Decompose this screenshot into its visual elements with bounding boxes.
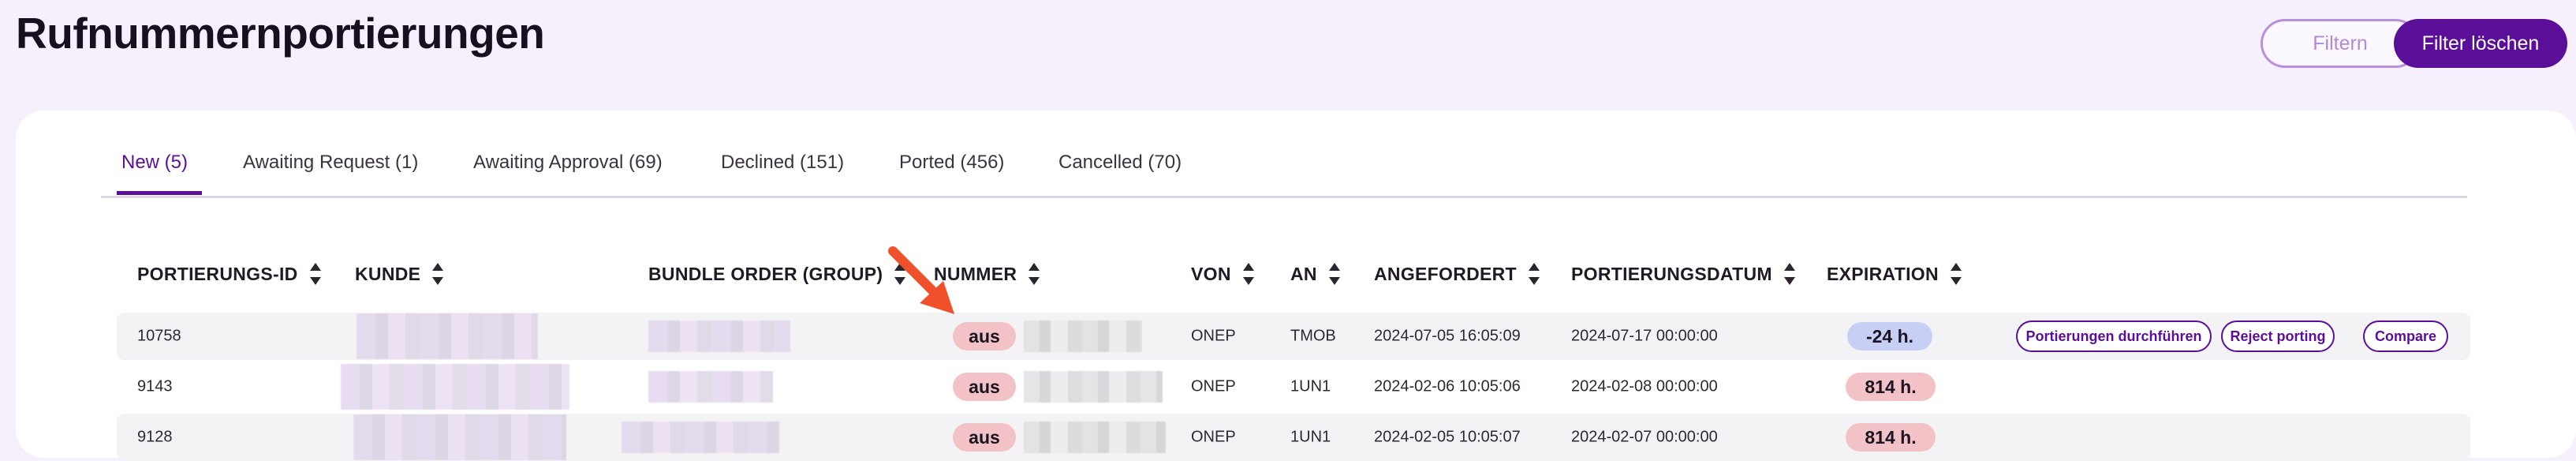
an-cell: TMOB [1290,327,1336,345]
portierungs-id-cell: 9143 [137,377,173,395]
redacted-number [1024,320,1142,352]
expiration-badge: 814 h. [1846,423,1936,452]
von-cell: ONEP [1191,327,1236,345]
sort-icon[interactable] [431,262,444,286]
von-cell: ONEP [1191,428,1236,446]
annotation-arrow-icon [888,246,954,314]
redacted-bundle-order [648,371,773,403]
redacted-bundle-order [648,320,790,352]
tab-cancelled[interactable]: Cancelled (70) [1058,152,1182,174]
portierungs-id-cell: 10758 [137,327,181,345]
portierungsdatum-cell: 2024-07-17 00:00:00 [1571,327,1718,345]
an-cell: 1UN1 [1290,377,1331,395]
redacted-customer [357,313,538,359]
tab-declined[interactable]: Declined (151) [721,152,844,174]
redacted-customer [341,364,569,410]
sort-icon[interactable] [1028,262,1040,286]
redacted-number [1024,422,1166,453]
redacted-number [1024,371,1163,403]
column-header-an[interactable]: AN [1290,262,1341,286]
tab-bar: New (5) Awaiting Request (1) Awaiting Ap… [101,142,2467,198]
sort-icon[interactable] [1528,262,1540,286]
portierungsdatum-cell: 2024-02-08 00:00:00 [1571,377,1718,395]
column-header-portierungs-id[interactable]: PORTIERUNGS-ID [137,262,322,286]
expiration-badge: -24 h. [1847,322,1932,350]
page-title: Rufnummernportierungen [16,9,545,58]
portierungs-id-cell: 9128 [137,428,173,446]
number-status-badge: aus [953,423,1016,452]
column-header-kunde[interactable]: KUNDE [355,262,444,286]
column-header-von[interactable]: VON [1191,262,1255,286]
reject-porting-button[interactable]: Reject porting [2221,320,2335,352]
sort-icon[interactable] [1783,262,1796,286]
angefordert-cell: 2024-02-05 10:05:07 [1374,428,1521,446]
tab-ported[interactable]: Ported (456) [899,152,1004,174]
column-header-expiration[interactable]: EXPIRATION [1827,262,1962,286]
number-status-badge: aus [953,373,1016,401]
angefordert-cell: 2024-02-06 10:05:06 [1374,377,1521,395]
sort-icon[interactable] [309,262,322,286]
an-cell: 1UN1 [1290,428,1331,446]
table-row[interactable]: 10758 aus ONEP TMOB 2024-07-05 16:05:09 … [117,313,2470,360]
number-status-badge: aus [953,322,1016,350]
table-row[interactable]: 9128 aus ONEP 1UN1 2024-02-05 10:05:07 2… [117,414,2470,461]
clear-filter-button[interactable]: Filter löschen [2394,19,2567,68]
execute-porting-button[interactable]: Portierungen durchführen [2016,320,2212,352]
tab-new[interactable]: New (5) [121,152,188,174]
angefordert-cell: 2024-07-05 16:05:09 [1374,327,1521,345]
redacted-customer [353,414,566,460]
sort-icon[interactable] [1328,262,1341,286]
tab-awaiting-approval[interactable]: Awaiting Approval (69) [473,152,663,174]
column-header-bundle-order[interactable]: BUNDLE ORDER (GROUP) [648,262,906,286]
sort-icon[interactable] [1242,262,1255,286]
portierungsdatum-cell: 2024-02-07 00:00:00 [1571,428,1718,446]
compare-button[interactable]: Compare [2363,320,2448,352]
sort-icon[interactable] [1950,262,1962,286]
column-header-angefordert[interactable]: ANGEFORDERT [1374,262,1540,286]
expiration-badge: 814 h. [1846,373,1936,401]
table-row[interactable]: 9143 aus ONEP 1UN1 2024-02-06 10:05:06 2… [117,363,2470,410]
von-cell: ONEP [1191,377,1236,395]
column-header-portierungsdatum[interactable]: PORTIERUNGSDATUM [1571,262,1796,286]
active-tab-indicator [117,191,202,195]
tab-awaiting-request[interactable]: Awaiting Request (1) [243,152,418,174]
redacted-bundle-order [622,422,779,453]
